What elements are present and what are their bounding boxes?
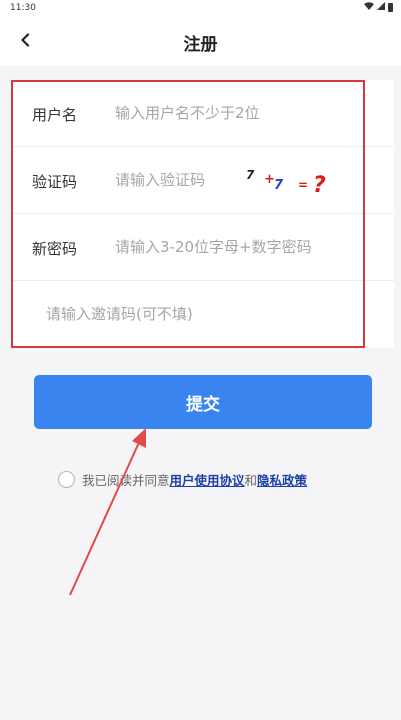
captcha-char-1: 7 (246, 168, 255, 182)
captcha-char-5: ? (313, 173, 326, 198)
battery-icon (388, 3, 393, 12)
password-row: 新密码 (12, 214, 394, 281)
captcha-char-4: = (298, 178, 308, 192)
password-input[interactable] (115, 234, 350, 260)
captcha-image[interactable]: 7 + 7 = ? (238, 159, 338, 199)
username-input[interactable] (115, 100, 350, 126)
captcha-row: 验证码 7 + 7 = ? (12, 147, 394, 214)
captcha-label: 验证码 (32, 173, 78, 191)
privacy-link[interactable]: 隐私政策 (257, 470, 307, 489)
wifi-icon (364, 2, 374, 13)
captcha-input[interactable] (115, 167, 233, 193)
agreement-prefix: 我已阅读并同意 (82, 472, 170, 488)
nav-bar: 注册 (0, 16, 401, 66)
password-label: 新密码 (32, 240, 78, 258)
agree-checkbox[interactable] (58, 470, 75, 488)
agreement-conjunction: 和 (244, 472, 258, 488)
invite-row (12, 281, 394, 348)
terms-link[interactable]: 用户使用协议 (170, 470, 245, 489)
status-time: 11:30 (10, 3, 36, 13)
captcha-char-3: 7 (274, 178, 284, 193)
agreement-row: 我已阅读并同意 用户使用协议 和 隐私政策 (58, 469, 307, 489)
username-row: 用户名 (12, 80, 394, 147)
page-title: 注册 (183, 35, 218, 55)
invite-code-input[interactable] (46, 301, 346, 327)
signal-icon (377, 2, 385, 13)
submit-button[interactable]: 提交 (34, 375, 372, 429)
register-form: 用户名 验证码 7 + 7 = ? 新密码 (12, 80, 394, 348)
status-bar: 11:30 (0, 0, 401, 16)
status-icons (364, 2, 393, 13)
username-label: 用户名 (32, 106, 78, 124)
